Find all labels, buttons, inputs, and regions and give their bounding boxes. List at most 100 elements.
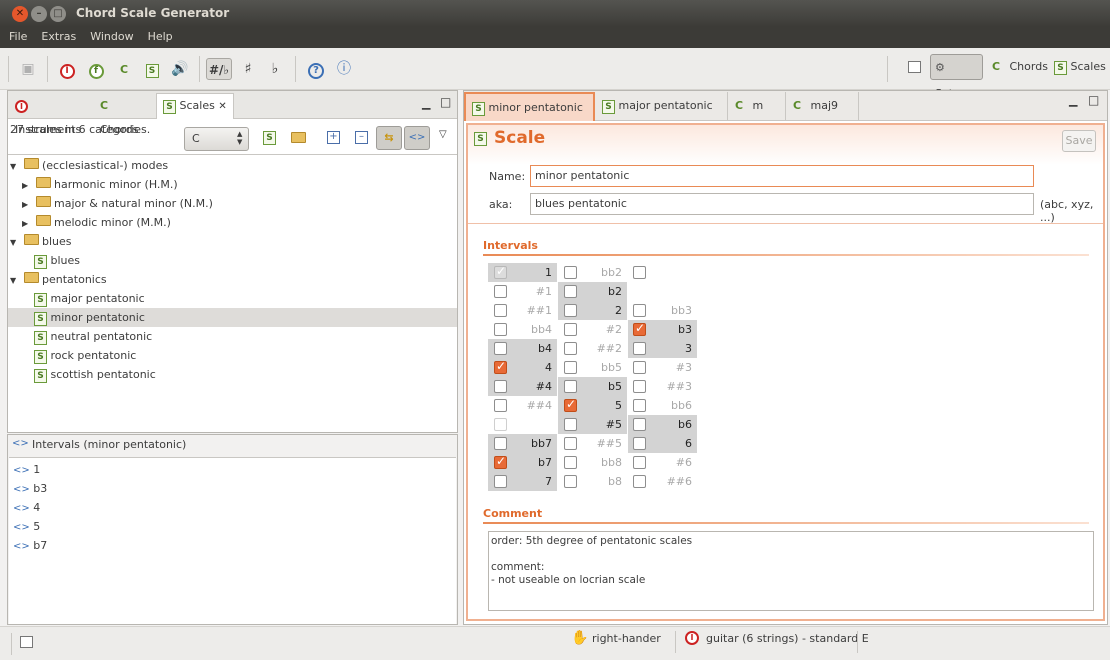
perspective-setup-button[interactable]: ⚙ Setup (930, 54, 983, 100)
interval-checkbox[interactable] (564, 342, 577, 355)
interval-checkbox[interactable] (633, 456, 646, 469)
tab-chords[interactable]: C Chords (93, 93, 155, 136)
tab-scales[interactable]: S Scales ✕ (156, 93, 234, 119)
tree-folder-blues[interactable]: ▼ blues (10, 232, 456, 251)
tree-folder-modes[interactable]: ▼ (ecclesiastical-) modes (10, 156, 456, 175)
interval-checkbox[interactable] (633, 437, 646, 450)
perspective-chords-button[interactable]: C Chords (988, 54, 1052, 80)
tree-scale-scottish-pentatonic[interactable]: S scottish pentatonic (34, 365, 456, 384)
list-item[interactable]: <> b7 (13, 536, 47, 555)
interval-checkbox[interactable] (564, 475, 577, 488)
interval-checkbox[interactable] (633, 361, 646, 374)
interval-checkbox[interactable] (564, 397, 577, 412)
link-with-editor-icon[interactable]: ⇆ (376, 126, 402, 150)
tree-folder-pentatonics[interactable]: ▼ pentatonics (10, 270, 456, 289)
interval-checkbox[interactable] (564, 323, 577, 336)
save-button[interactable]: Save (1062, 130, 1096, 152)
interval-checkbox[interactable] (494, 323, 507, 336)
interval-checkbox[interactable] (633, 304, 646, 317)
interval-checkbox[interactable] (564, 437, 577, 450)
interval-checkbox[interactable] (633, 475, 646, 488)
interval-checkbox[interactable] (564, 418, 577, 431)
list-item[interactable]: <> 1 (13, 460, 40, 479)
interval-checkbox[interactable] (633, 266, 646, 279)
perspective-scales-button[interactable]: S Scales (1050, 54, 1110, 80)
interval-checkbox[interactable] (564, 266, 577, 279)
interval-checkbox[interactable] (494, 285, 507, 298)
tree-scale-neutral-pentatonic[interactable]: S neutral pentatonic (34, 327, 456, 346)
close-window-button[interactable]: ✕ (12, 6, 28, 22)
editor-tab-minor-pentatonic[interactable]: S minor pentatonic ✕ (464, 92, 595, 141)
minimize-window-button[interactable]: – (31, 6, 47, 22)
new-instrument-icon[interactable]: I (56, 58, 78, 80)
tree-scale-major-pentatonic[interactable]: S major pentatonic (34, 289, 456, 308)
list-item[interactable]: <> b3 (13, 479, 47, 498)
interval-checkbox[interactable] (494, 380, 507, 393)
maximize-editor-icon[interactable]: □ (1088, 93, 1099, 107)
interval-checkbox[interactable] (564, 361, 577, 374)
interval-checkbox[interactable] (494, 399, 507, 412)
tab-instruments[interactable]: I Instruments (8, 93, 92, 136)
aka-field[interactable]: blues pentatonic (530, 193, 1034, 215)
interval-checkbox[interactable] (564, 285, 577, 298)
interval-checkbox[interactable] (494, 475, 507, 488)
interval-checkbox[interactable] (564, 304, 577, 317)
interval-checkbox[interactable] (564, 456, 577, 469)
interval-checkbox[interactable] (494, 264, 507, 279)
tree-scale-rock-pentatonic[interactable]: S rock pentatonic (34, 346, 456, 365)
maximize-view-icon[interactable]: □ (440, 95, 451, 109)
name-field[interactable]: minor pentatonic (530, 165, 1034, 187)
expand-all-icon[interactable]: + (327, 131, 340, 144)
minimize-view-icon[interactable]: ▁ (422, 97, 430, 110)
interval-checkbox[interactable] (494, 342, 507, 355)
key-select[interactable]: C ▲ ▼ (184, 127, 249, 151)
new-scale-icon[interactable]: S (141, 58, 163, 80)
sound-icon[interactable]: 🔊 (169, 58, 191, 80)
tree-folder-harmonic-minor[interactable]: ▶ harmonic minor (H.M.) (22, 175, 456, 194)
view-menu-icon[interactable]: ▽ (439, 129, 447, 140)
menu-extras[interactable]: Extras (32, 27, 81, 43)
instrument-status[interactable]: guitar (6 strings) - standard E (706, 632, 869, 645)
sharp-icon[interactable]: ♯ (237, 58, 259, 80)
new-folder-icon[interactable] (291, 132, 306, 146)
interval-checkbox[interactable] (633, 380, 646, 393)
interval-checkbox[interactable] (494, 304, 507, 317)
collapse-all-icon[interactable]: – (355, 131, 368, 144)
interval-checkbox[interactable] (633, 418, 646, 431)
comment-field[interactable]: order: 5th degree of pentatonic scales c… (488, 531, 1094, 611)
sharp-flat-toggle-icon[interactable]: #/♭ (206, 58, 232, 80)
interval-checkbox[interactable] (494, 454, 507, 469)
menu-window[interactable]: Window (81, 27, 138, 43)
save-icon[interactable]: ▣ (17, 58, 39, 80)
menu-file[interactable]: File (0, 27, 32, 43)
tree-scale-blues[interactable]: S blues (34, 251, 456, 270)
tree-scale-minor-pentatonic[interactable]: S minor pentatonic (8, 308, 457, 327)
flat-icon[interactable]: ♭ (264, 58, 286, 80)
interval-checkbox[interactable] (633, 342, 646, 355)
info-icon[interactable]: ⓘ (333, 58, 355, 80)
interval-checkbox[interactable] (564, 380, 577, 393)
interval-checkbox[interactable] (633, 321, 646, 336)
tree-folder-major-natural-minor[interactable]: ▶ major & natural minor (N.M.) (22, 194, 456, 213)
editor-tab-major-pentatonic[interactable]: S major pentatonic (596, 92, 728, 121)
tree-folder-melodic-minor[interactable]: ▶ melodic minor (M.M.) (22, 213, 456, 232)
show-intervals-icon[interactable]: <> (404, 126, 430, 150)
interval-checkbox[interactable] (494, 418, 507, 431)
editor-tab-maj9[interactable]: C maj9 (787, 92, 859, 121)
editor-tab-m[interactable]: C m (729, 92, 786, 121)
new-fingering-icon[interactable]: f (85, 58, 107, 80)
new-chord-icon[interactable]: C (113, 58, 135, 80)
list-item[interactable]: <> 5 (13, 517, 40, 536)
help-icon[interactable]: ? (305, 58, 327, 80)
interval-checkbox[interactable] (494, 437, 507, 450)
maximize-window-button[interactable]: □ (50, 6, 66, 22)
new-window-icon[interactable] (20, 636, 33, 651)
minimize-editor-icon[interactable]: ▁ (1069, 94, 1077, 107)
interval-checkbox[interactable] (494, 359, 507, 374)
new-scale-icon[interactable]: S (263, 130, 276, 145)
menu-help[interactable]: Help (139, 27, 178, 43)
close-tab-icon[interactable]: ✕ (218, 101, 226, 112)
open-perspective-icon[interactable] (903, 58, 925, 80)
interval-checkbox[interactable] (633, 399, 646, 412)
handedness-status[interactable]: right-hander (592, 632, 661, 645)
